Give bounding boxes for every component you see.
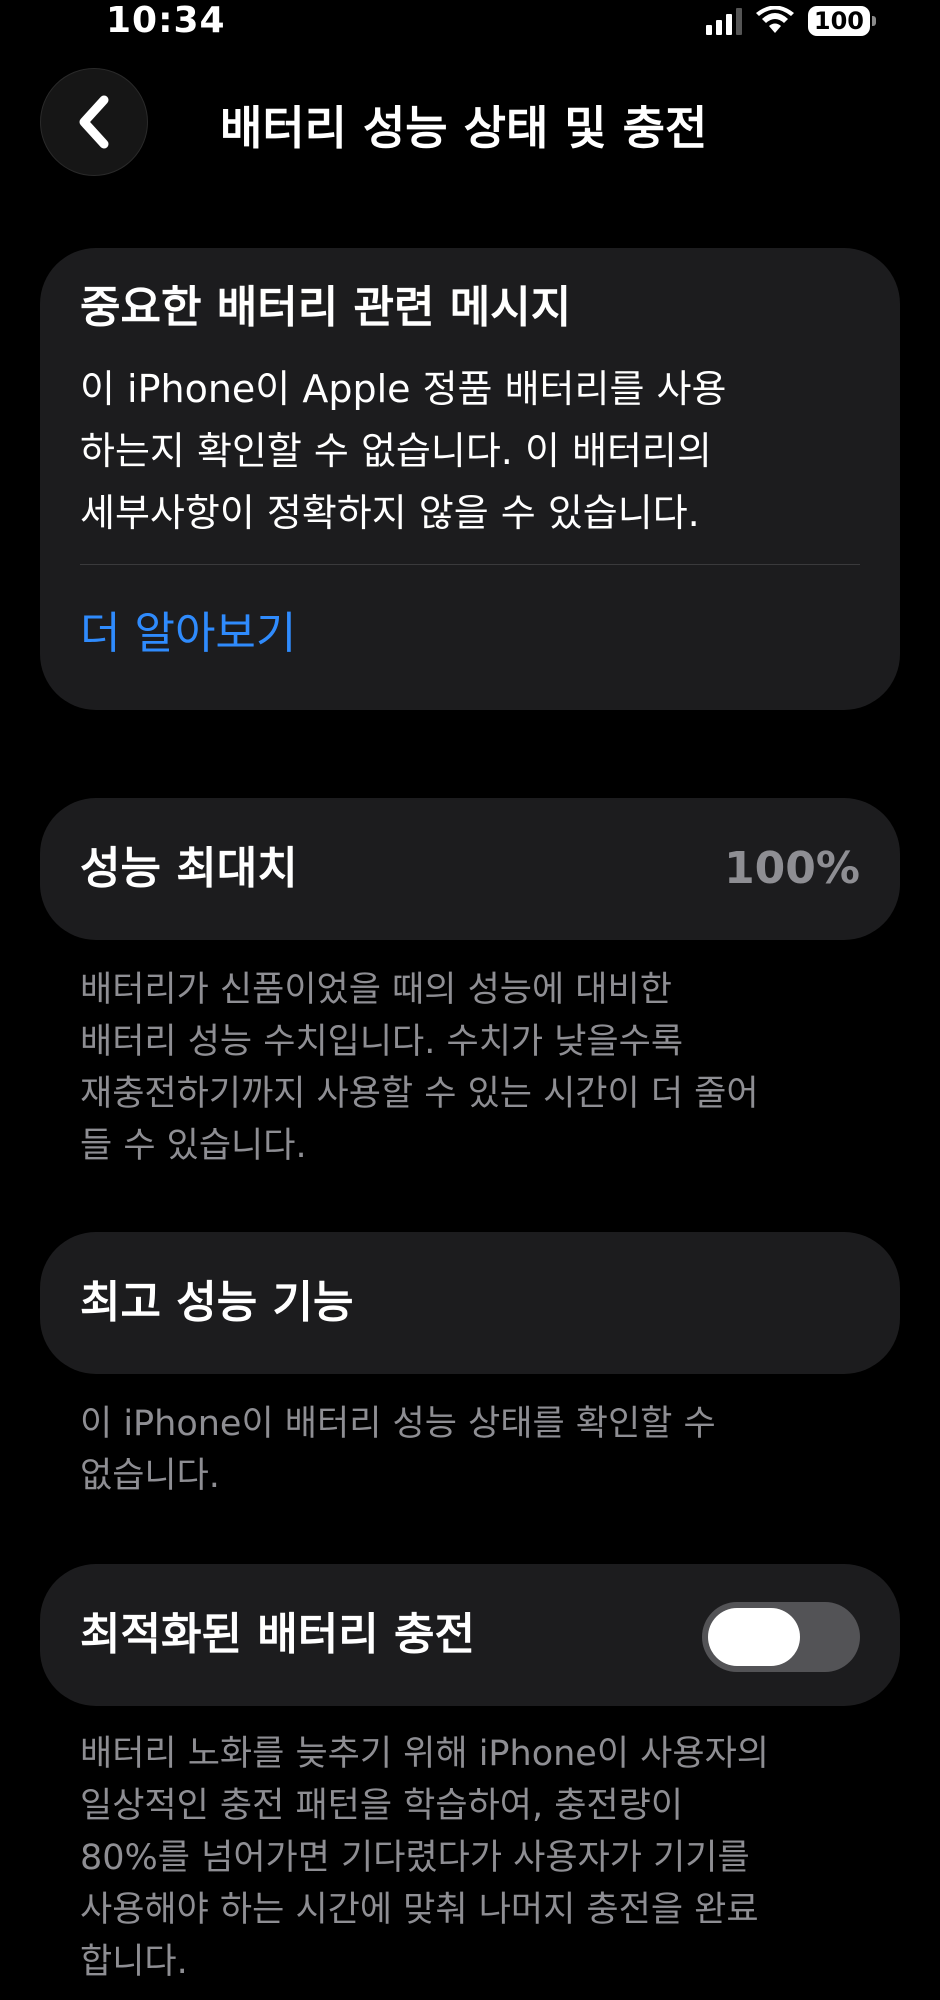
footnote-line: 재충전하기까지 사용할 수 있는 시간이 더 줄어: [80, 1074, 759, 1114]
maximum-capacity-footnote: 배터리가 신품이었을 때의 성능에 대비한 배터리 성능 수치입니다. 수치가 …: [80, 964, 880, 1172]
back-button[interactable]: [40, 68, 148, 176]
optimized-charging-row: 최적화된 배터리 충전: [40, 1564, 900, 1706]
footnote-line: 없습니다.: [80, 1456, 220, 1496]
footnote-line: 배터리가 신품이었을 때의 성능에 대비한: [80, 970, 672, 1010]
footnote-line: 일상적인 충전 패턴을 학습하여, 충전량이: [80, 1786, 684, 1826]
footnote-line: 80%를 넘어가면 기다렸다가 사용자가 기기를: [80, 1838, 750, 1878]
optimized-charging-label: 최적화된 배터리 충전: [80, 1609, 475, 1660]
status-time: 10:34: [106, 0, 226, 41]
message-line: 세부사항이 정확하지 않을 수 있습니다.: [80, 491, 700, 535]
footnote-line: 배터리 성능 수치입니다. 수치가 낮을수록: [80, 1022, 684, 1062]
message-body: 이 iPhone이 Apple 정품 배터리를 사용 하는지 확인할 수 없습니…: [80, 358, 880, 544]
maximum-capacity-label: 성능 최대치: [80, 843, 298, 894]
maximum-capacity-value: 100%: [724, 843, 860, 894]
footnote-line: 사용해야 하는 시간에 맞춰 나머지 충전을 완료: [80, 1890, 759, 1930]
status-icons: 100: [705, 4, 877, 38]
peak-performance-label: 최고 성능 기능: [80, 1277, 354, 1328]
wifi-icon: [755, 6, 794, 33]
battery-icon: 100: [807, 6, 877, 36]
peak-performance-row: 최고 성능 기능: [40, 1232, 900, 1374]
optimized-charging-footnote: 배터리 노화를 늦추기 위해 iPhone이 사용자의 일상적인 충전 패턴을 …: [80, 1728, 880, 1988]
footnote-line: 합니다.: [80, 1942, 188, 1982]
toggle-knob: [708, 1608, 800, 1666]
maximum-capacity-row: 성능 최대치 100%: [40, 798, 900, 940]
page-title: 배터리 성능 상태 및 충전: [220, 101, 708, 155]
navigation-header: 배터리 성능 상태 및 충전: [0, 64, 940, 176]
message-title: 중요한 배터리 관련 메시지: [80, 282, 572, 333]
cellular-signal-icon: [705, 7, 742, 35]
footnote-line: 이 iPhone이 배터리 성능 상태를 확인할 수: [80, 1404, 716, 1444]
message-line: 하는지 확인할 수 없습니다. 이 배터리의: [80, 429, 712, 473]
divider: [80, 564, 860, 565]
footnote-line: 배터리 노화를 늦추기 위해 iPhone이 사용자의: [80, 1734, 769, 1774]
footnote-line: 들 수 있습니다.: [80, 1126, 307, 1166]
chevron-left-icon: [79, 95, 109, 149]
status-bar: 10:34 100: [0, 0, 940, 44]
message-line: 이 iPhone이 Apple 정품 배터리를 사용: [80, 367, 727, 411]
peak-performance-footnote: 이 iPhone이 배터리 성능 상태를 확인할 수 없습니다.: [80, 1398, 880, 1502]
optimized-charging-toggle[interactable]: [702, 1602, 860, 1672]
battery-message-card: 중요한 배터리 관련 메시지 이 iPhone이 Apple 정품 배터리를 사…: [40, 248, 900, 710]
learn-more-link[interactable]: 더 알아보기: [80, 584, 296, 684]
